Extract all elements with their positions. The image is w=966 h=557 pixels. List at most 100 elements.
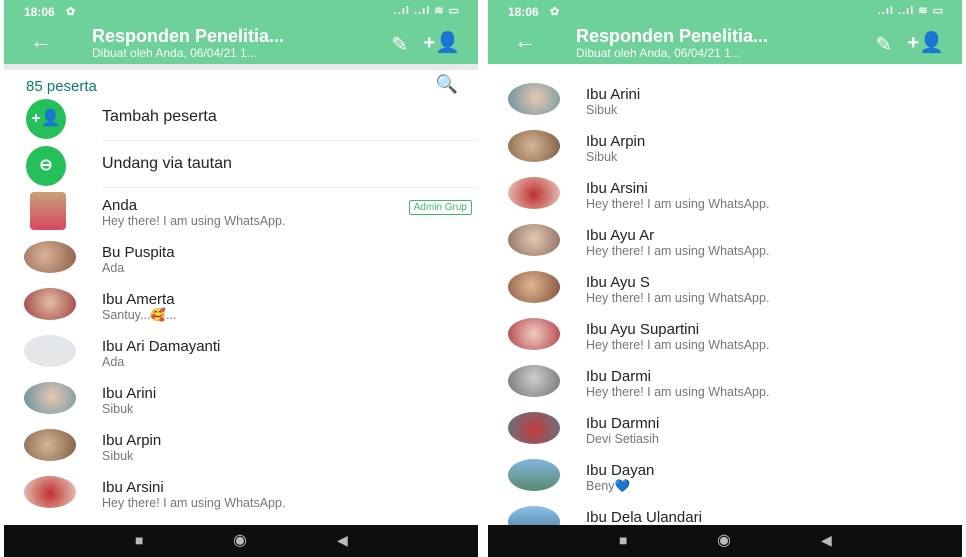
avatar — [508, 412, 560, 444]
status-time: 18:06 — [508, 5, 539, 19]
contact-status: Hey there! I am using WhatsApp. — [102, 496, 286, 510]
right-phone-screen: 18:06 ✿ ..ıl ..ıl ≋ ▭ ← Responden Peneli… — [488, 0, 962, 557]
contact-name: Anda — [102, 197, 138, 214]
contact-status: Hey there! I am using WhatsApp. — [586, 385, 770, 399]
edit-pencil-icon[interactable]: ✎ — [391, 32, 408, 57]
contact-name: Ibu Ayu S — [586, 274, 650, 291]
avatar — [24, 382, 76, 414]
back-arrow-icon[interactable]: ← — [514, 28, 536, 54]
notification-icon: ✿ — [550, 6, 560, 18]
avatar — [508, 224, 560, 256]
contact-row[interactable]: Ibu Darmni Devi Setiasih — [488, 408, 962, 455]
contact-name: Ibu Arpin — [586, 133, 646, 150]
participants-count: 85 peserta — [26, 78, 97, 95]
add-participant-row[interactable]: +👤 Tambah peserta — [4, 94, 478, 140]
avatar — [508, 459, 560, 491]
recents-square-icon[interactable]: ■ — [619, 532, 627, 548]
contact-row[interactable]: Ibu Arini Sibuk — [4, 378, 478, 425]
contact-row[interactable]: Ibu Arsini Hey there! I am using WhatsAp… — [4, 472, 478, 519]
avatar — [24, 429, 76, 461]
contact-row[interactable]: Ibu Ayu S Hey there! I am using WhatsApp… — [488, 267, 962, 314]
back-triangle-icon[interactable]: ◀ — [821, 532, 832, 549]
edit-pencil-icon[interactable]: ✎ — [875, 32, 892, 57]
contact-status: Sibuk — [586, 103, 618, 117]
contact-status: Beny💙 — [586, 479, 631, 493]
contact-row[interactable]: Ibu Amerta Santuy...🥰... — [4, 284, 478, 331]
add-participant-label: Tambah peserta — [102, 108, 217, 125]
status-icons: ..ıl ..ıl ≋ ▭ — [877, 5, 944, 17]
avatar — [508, 130, 560, 162]
home-circle-icon[interactable]: ◉ — [233, 530, 247, 550]
group-title[interactable]: Responden Penelitia... — [576, 26, 768, 47]
divider — [102, 187, 478, 188]
contact-name: Ibu Darmi — [586, 368, 652, 385]
avatar — [508, 318, 560, 350]
add-participant-icon[interactable]: +👤 — [423, 30, 460, 55]
contact-status: Santuy...🥰... — [102, 308, 177, 322]
search-icon[interactable]: 🔍 — [436, 74, 458, 95]
contact-row[interactable]: Ibu Darmi Hey there! I am using WhatsApp… — [488, 361, 962, 408]
invite-link-label: Undang via tautan — [102, 155, 232, 172]
contact-name: Ibu Arini — [102, 385, 157, 402]
contact-name: Ibu Arsini — [586, 180, 648, 197]
contact-row[interactable]: Ibu Arpin Sibuk — [488, 126, 962, 173]
contact-status: Hey there! I am using WhatsApp. — [102, 214, 286, 228]
contact-row-anda[interactable]: Anda Hey there! I am using WhatsApp. Adm… — [4, 190, 478, 237]
contact-status: Sibuk — [586, 150, 618, 164]
contact-status: Hey there! I am using WhatsApp. — [586, 244, 770, 258]
contact-row[interactable]: Ibu Ayu Ar Hey there! I am using WhatsAp… — [488, 220, 962, 267]
avatar — [508, 177, 560, 209]
navigation-bar: ■ ◉ ◀ — [4, 525, 478, 557]
group-subtitle: Dibuat oleh Anda, 06/04/21 1... — [576, 46, 741, 60]
group-title[interactable]: Responden Penelitia... — [92, 26, 284, 47]
status-icons: ..ıl ..ıl ≋ ▭ — [393, 5, 460, 17]
recents-square-icon[interactable]: ■ — [135, 532, 143, 548]
back-arrow-icon[interactable]: ← — [30, 28, 52, 54]
avatar — [24, 476, 76, 508]
avatar — [508, 83, 560, 115]
notification-icon: ✿ — [66, 6, 76, 18]
admin-badge: Admin Grup — [408, 200, 472, 215]
contact-status: Hey there! I am using WhatsApp. — [586, 291, 770, 305]
contact-status: Hey there! I am using WhatsApp. — [586, 197, 770, 211]
avatar — [508, 271, 560, 303]
contact-name: Ibu Arsini — [102, 479, 164, 496]
contact-name: Ibu Ayu Supartini — [586, 321, 700, 338]
invite-link-row[interactable]: ⊖ Undang via tautan — [4, 141, 478, 187]
contact-name: Ibu Arpin — [102, 432, 162, 449]
left-phone-screen: 18:06 ✿ ..ıl ..ıl ≋ ▭ ← Responden Peneli… — [4, 0, 478, 557]
contact-row[interactable]: Ibu Ari Damayanti Ada — [4, 331, 478, 378]
status-bar: 18:06 ✿ ..ıl ..ıl ≋ ▭ — [4, 0, 478, 22]
contact-status: Devi Setiasih — [586, 432, 659, 446]
contact-name: Ibu Ari Damayanti — [102, 338, 221, 355]
header-shadow — [4, 64, 478, 70]
add-person-icon: +👤 — [26, 99, 66, 139]
default-avatar-icon — [24, 335, 76, 367]
add-participant-icon[interactable]: +👤 — [907, 30, 944, 55]
avatar — [30, 192, 66, 230]
contact-name: Ibu Arini — [586, 86, 641, 103]
contact-name: Ibu Dela Ulandari — [586, 509, 702, 526]
contact-name: Ibu Amerta — [102, 291, 175, 308]
contact-row[interactable]: Bu Puspita Ada — [4, 237, 478, 284]
contact-row[interactable]: Ibu Arini Sibuk — [488, 79, 962, 126]
contact-row[interactable]: Ibu Arsini Hey there! I am using WhatsAp… — [488, 173, 962, 220]
avatar — [24, 288, 76, 320]
contact-status: Hey there! I am using WhatsApp. — [586, 338, 770, 352]
contact-status: Ada — [102, 355, 125, 369]
avatar — [24, 241, 76, 273]
contact-status: Sibuk — [102, 449, 134, 463]
status-time: 18:06 — [24, 5, 55, 19]
link-icon: ⊖ — [26, 146, 66, 186]
contact-row[interactable]: Ibu Ayu Supartini Hey there! I am using … — [488, 314, 962, 361]
contact-row[interactable]: Ibu Dayan Beny💙 — [488, 455, 962, 502]
contact-status: Ada — [102, 261, 125, 275]
avatar — [508, 365, 560, 397]
app-bar: ← Responden Penelitia... Dibuat oleh And… — [4, 22, 478, 64]
status-bar: 18:06 ✿ ..ıl ..ıl ≋ ▭ — [488, 0, 962, 22]
contact-name: Bu Puspita — [102, 244, 175, 261]
group-subtitle: Dibuat oleh Anda, 06/04/21 1... — [92, 46, 257, 60]
home-circle-icon[interactable]: ◉ — [717, 530, 731, 550]
back-triangle-icon[interactable]: ◀ — [337, 532, 348, 549]
contact-row[interactable]: Ibu Arpin Sibuk — [4, 425, 478, 472]
